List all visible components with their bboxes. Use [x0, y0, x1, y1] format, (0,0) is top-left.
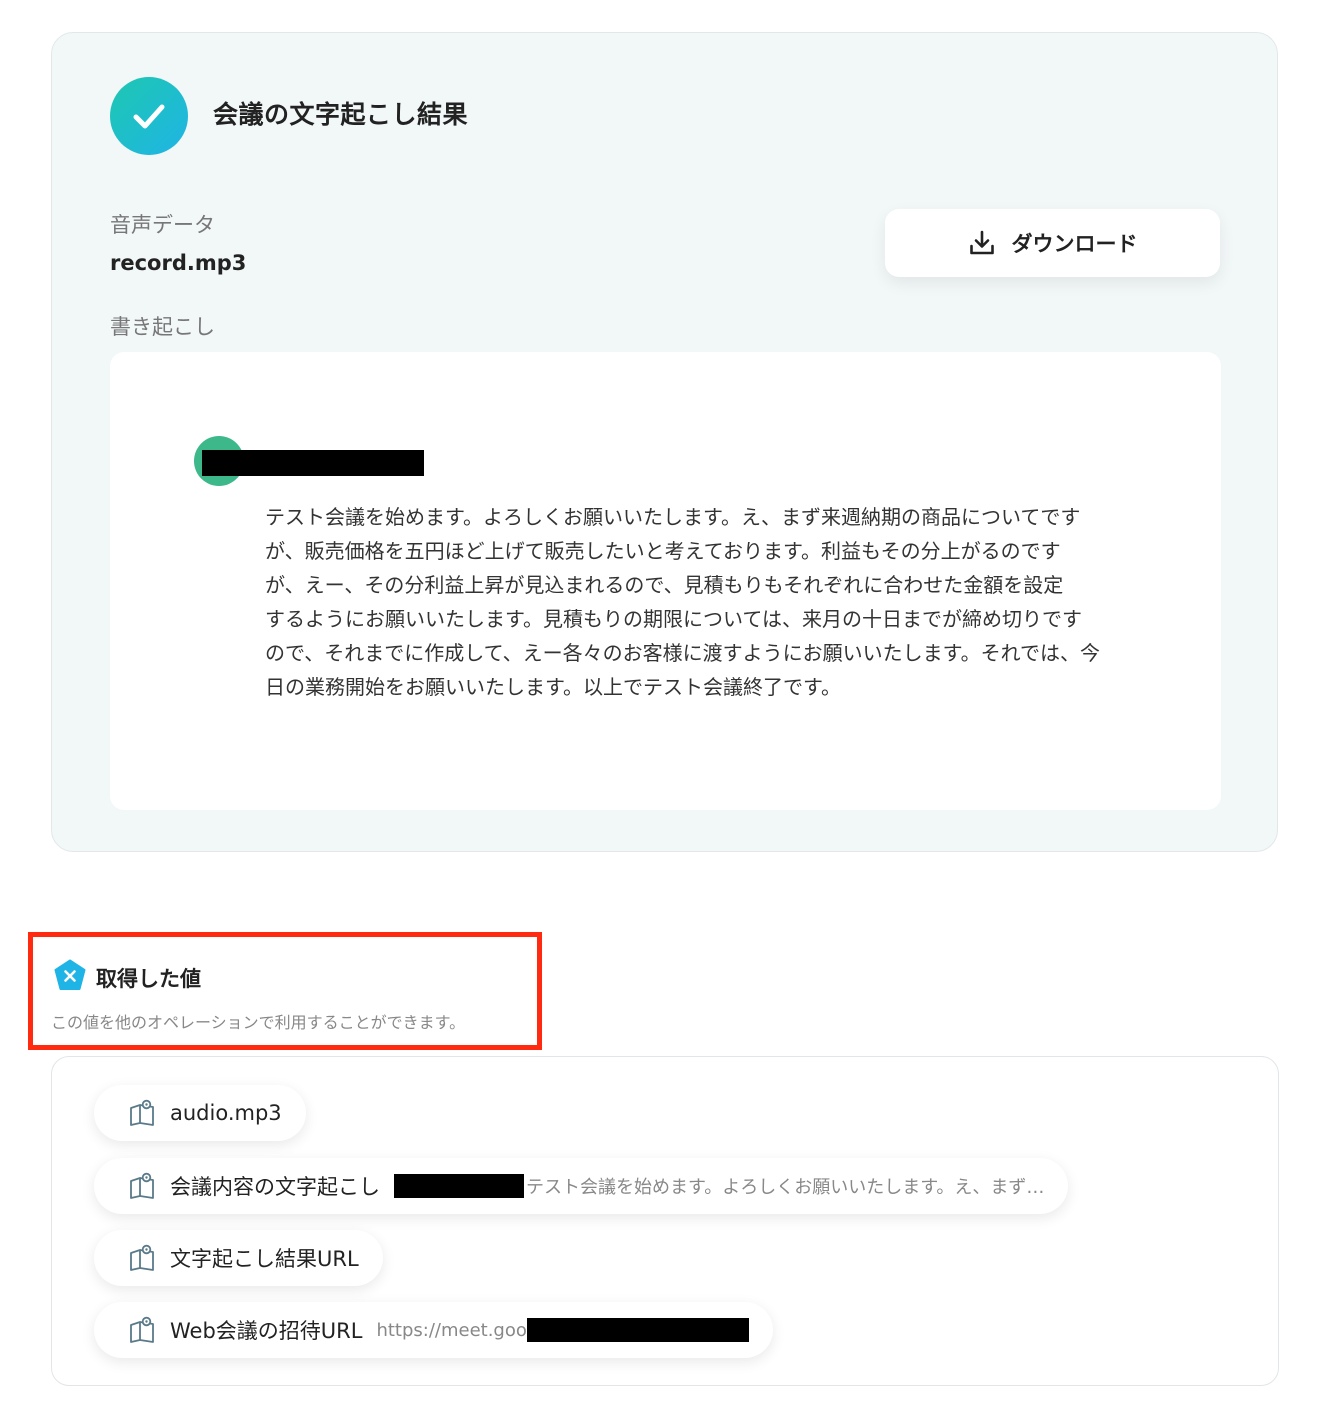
redacted-block: [526, 1318, 749, 1342]
download-label: ダウンロード: [1011, 232, 1138, 256]
value-item-label: Web会議の招待URL: [170, 1319, 363, 1343]
transcription-result-card: 会議の文字起こし結果 音声データ record.mp3 ダウンロード 書き起こし…: [51, 32, 1278, 852]
result-title: 会議の文字起こし結果: [213, 100, 469, 129]
x-badge-icon: [54, 959, 86, 990]
audio-data-label: 音声データ: [110, 213, 215, 237]
transcript-box: テスト会議を始めます。よろしくお願いいたします。え、まず来週納期の商品についてで…: [110, 352, 1221, 810]
obtained-values-header: 取得した値 この値を他のオペレーションで利用することができます。: [28, 932, 542, 1050]
value-item-preview: テスト会議を始めます。よろしくお願いいたします。え、まず…: [526, 1177, 1045, 1198]
value-item-preview: https://meet.goo: [376, 1319, 527, 1341]
redacted-block: [394, 1174, 524, 1198]
download-button[interactable]: ダウンロード: [885, 209, 1220, 277]
check-icon: [110, 77, 188, 155]
speech-text: テスト会議を始めます。よろしくお願いいたします。え、まず来週納期の商品についてで…: [265, 505, 1100, 699]
value-item-label: audio.mp3: [170, 1101, 282, 1125]
audio-filename: record.mp3: [110, 251, 247, 275]
value-item-audio[interactable]: audio.mp3: [94, 1085, 306, 1141]
values-title: 取得した値: [96, 967, 201, 991]
values-description: この値を他のオペレーションで利用することができます。: [51, 1013, 466, 1032]
value-item-label: 文字起こし結果URL: [170, 1247, 359, 1271]
book-tag-icon: [130, 1099, 154, 1126]
book-tag-icon: [130, 1172, 154, 1199]
speaker-name-redacted: [202, 450, 424, 476]
value-item-meeting-url[interactable]: Web会議の招待URL https://meet.goo: [94, 1302, 773, 1358]
value-item-transcript[interactable]: 会議内容の文字起こし テスト会議を始めます。よろしくお願いいたします。え、まず…: [94, 1158, 1069, 1214]
book-tag-icon: [130, 1316, 154, 1343]
value-item-label: 会議内容の文字起こし: [170, 1175, 380, 1199]
value-item-result-url[interactable]: 文字起こし結果URL: [94, 1230, 383, 1286]
transcript-label: 書き起こし: [110, 315, 215, 339]
book-tag-icon: [130, 1244, 154, 1271]
download-icon: [969, 230, 994, 255]
values-panel: audio.mp3 会議内容の文字起こし テスト会議を始めます。よろしくお願いい…: [51, 1056, 1279, 1386]
